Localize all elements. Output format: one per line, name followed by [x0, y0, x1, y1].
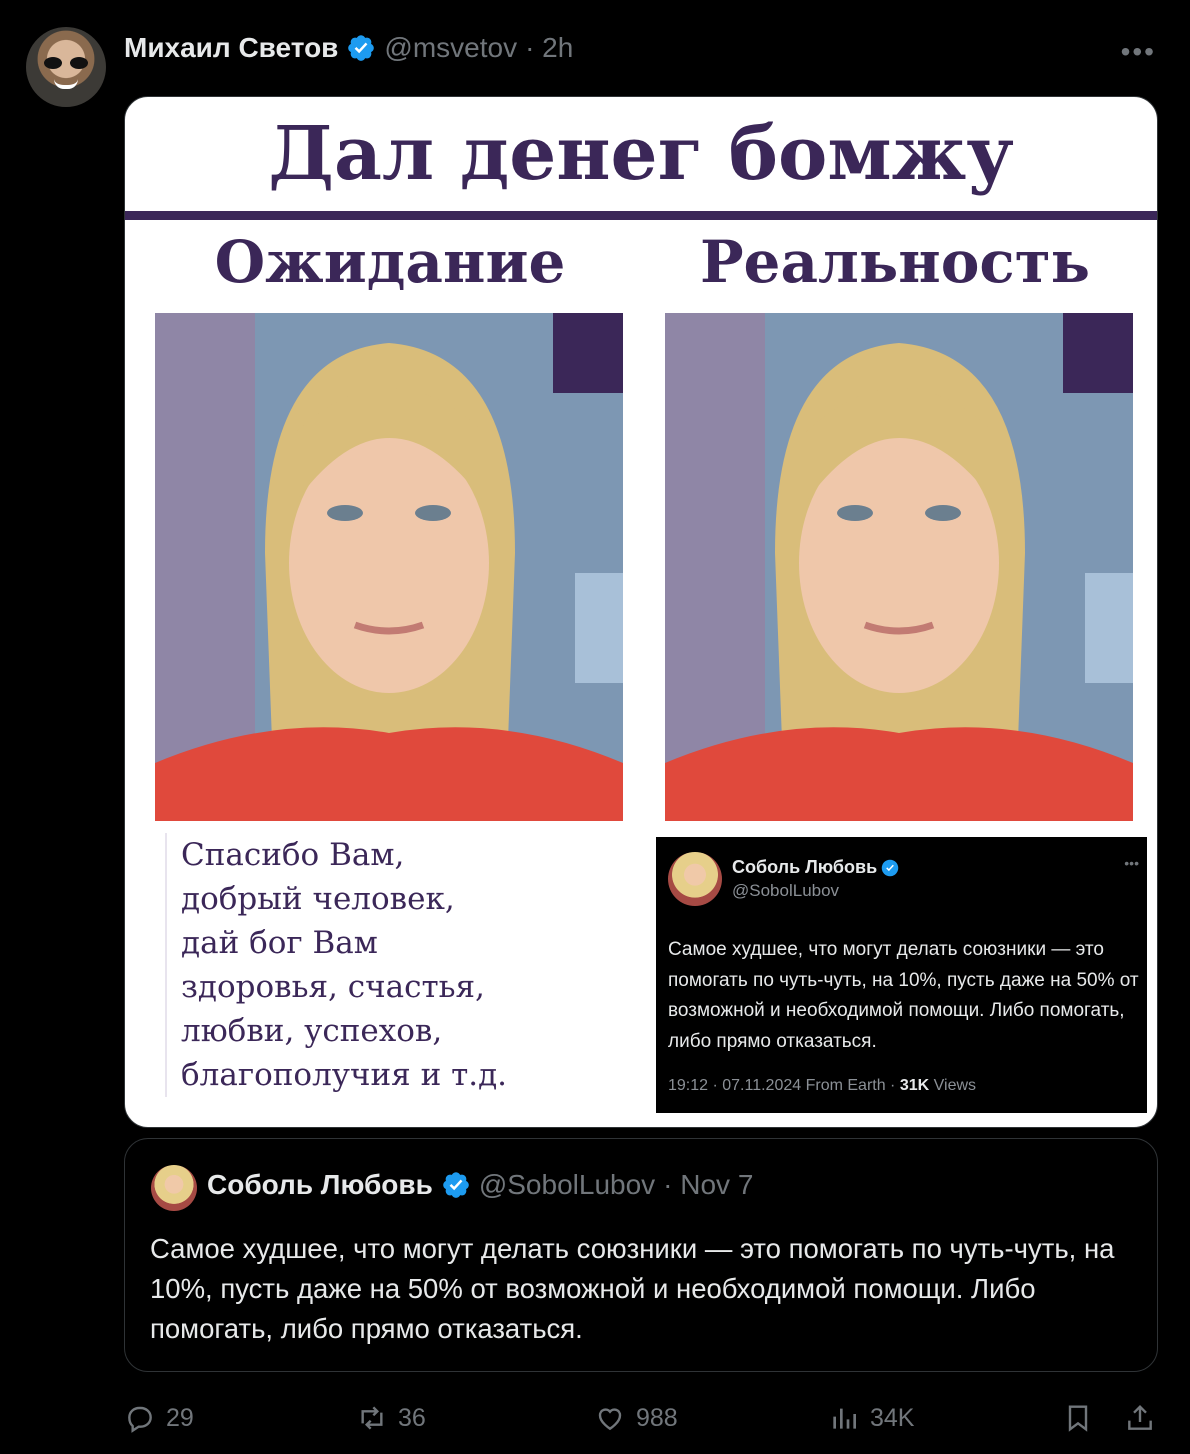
embedded-avatar — [668, 852, 722, 906]
bookmark-icon — [1068, 1405, 1088, 1432]
embedded-tweet-body: Самое худшее, что могут делать союзники … — [668, 939, 1139, 1052]
like-icon — [598, 1408, 622, 1431]
embedded-tweet-date: 19:12 · 07.11.2024 From Earth · — [668, 1077, 900, 1094]
embedded-author-name: Соболь Любовь — [732, 857, 878, 877]
embedded-tweet-screenshot: Соболь Любовь @SobolLubov ••• Самое худш… — [656, 837, 1147, 1113]
verified-badge-icon — [443, 1172, 469, 1198]
verified-badge-icon — [348, 35, 375, 61]
repost-button[interactable]: 36 — [356, 1398, 426, 1438]
meme-text-line: Спасибо Вам, — [181, 837, 405, 873]
embedded-tweet-views-count: 31K — [899, 1077, 930, 1094]
avatar-smile — [54, 79, 78, 89]
meme-divider — [125, 211, 1157, 220]
tweet-action-bar: 29 36 988 34K — [124, 1398, 1164, 1438]
tweet-media-image[interactable]: Дал денег бомжу Ожидание Реальность Спас… — [124, 96, 1158, 1128]
tweet-header: Михаил Светов @msvetov · 2h — [124, 30, 573, 66]
quoted-tweet-time: · Nov 7 — [663, 1169, 754, 1200]
author-handle[interactable]: @msvetov — [384, 32, 517, 64]
embedded-author: Соболь Любовь — [732, 857, 899, 878]
meme-text-line: любви, успехов, — [181, 1013, 443, 1049]
embedded-tweet-meta: 19:12 · 07.11.2024 From Earth · 31K View… — [668, 1077, 976, 1095]
share-button[interactable] — [1124, 1398, 1156, 1438]
quoted-tweet-header: Соболь Любовь @SobolLubov · Nov 7 — [207, 1169, 753, 1201]
like-count: 988 — [636, 1403, 678, 1432]
bookmark-button[interactable] — [1062, 1398, 1094, 1438]
views-icon — [833, 1408, 856, 1429]
quoted-tweet[interactable]: Соболь Любовь @SobolLubov · Nov 7 Самое … — [124, 1138, 1158, 1372]
meme-text-line: добрый человек, — [181, 881, 455, 917]
repost-count: 36 — [398, 1403, 426, 1432]
views-count: 34K — [870, 1403, 915, 1432]
portrait-photo-left — [155, 313, 623, 821]
meme-expectation-text: Спасибо Вам, добрый человек, дай бог Вам… — [165, 833, 625, 1097]
quoted-author-avatar — [151, 1165, 197, 1211]
meme-text-line: благополучия и т.д. — [181, 1057, 508, 1093]
embedded-tweet-views-label: Views — [929, 1077, 977, 1094]
share-icon — [1128, 1404, 1152, 1430]
embedded-author-handle: @SobolLubov — [732, 881, 840, 900]
meme-heading-expectation: Ожидание — [214, 228, 566, 296]
avatar-glasses — [44, 57, 88, 69]
meme-text-line: здоровья, счастья, — [181, 969, 485, 1005]
reply-button[interactable]: 29 — [124, 1398, 194, 1438]
quoted-tweet-body: Самое худшее, что могут делать союзники … — [150, 1233, 1115, 1344]
meme-text-line: дай бог Вам — [181, 925, 378, 961]
quoted-author-handle: @SobolLubov — [478, 1169, 656, 1200]
author-name[interactable]: Михаил Светов — [124, 32, 338, 64]
like-button[interactable]: 988 — [594, 1398, 678, 1438]
reply-icon — [128, 1406, 152, 1433]
views-button[interactable]: 34K — [828, 1398, 914, 1438]
reply-count: 29 — [166, 1403, 194, 1432]
portrait-photo-right — [665, 313, 1133, 821]
tweet-time[interactable]: · 2h — [525, 32, 573, 64]
meme-title: Дал денег бомжу — [268, 111, 1014, 197]
more-icon: ••• — [1124, 855, 1139, 871]
repost-icon — [361, 1406, 383, 1430]
quoted-author-name: Соболь Любовь — [207, 1169, 433, 1200]
author-avatar[interactable] — [26, 27, 106, 107]
more-icon[interactable]: ••• — [1121, 36, 1156, 68]
meme-heading-reality: Реальность — [699, 228, 1091, 296]
verified-badge-icon — [881, 859, 899, 876]
